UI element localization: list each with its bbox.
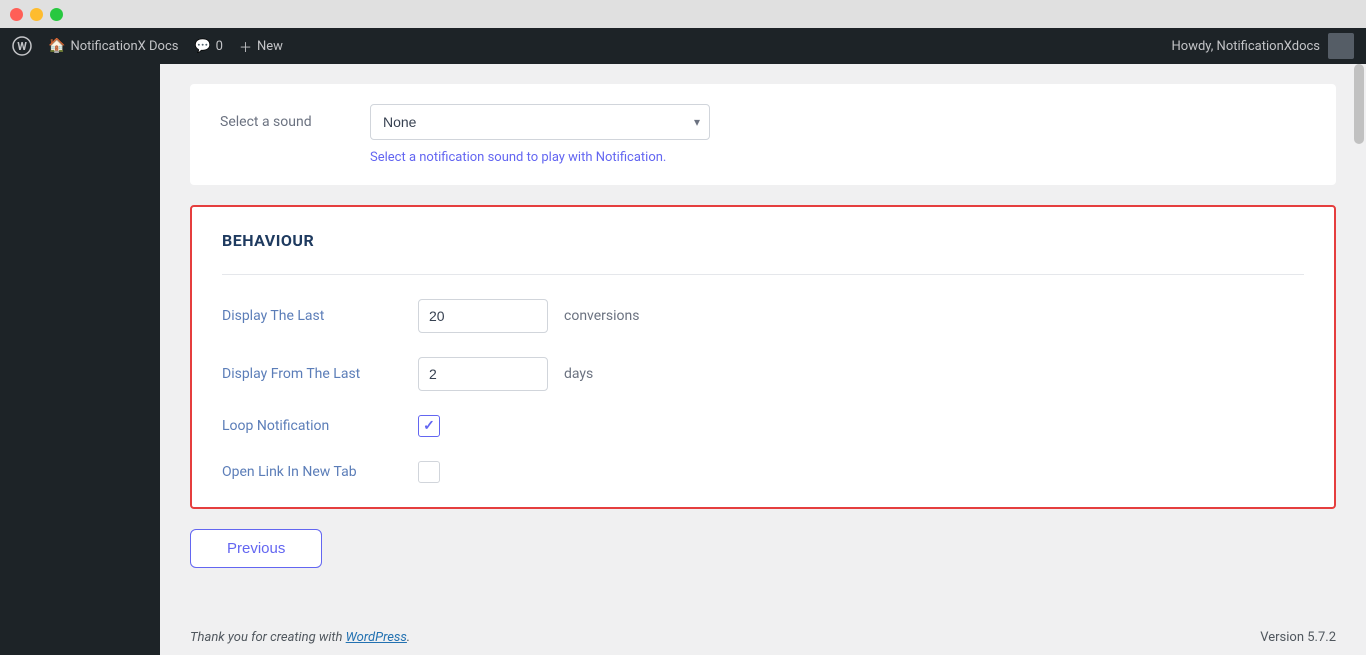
maximize-button[interactable] [50,8,63,21]
close-button[interactable] [10,8,23,21]
open-link-label: Open Link In New Tab [222,464,402,480]
previous-button[interactable]: Previous [190,529,322,568]
behaviour-title: BEHAVIOUR [222,231,1304,250]
footer-version: Version 5.7.2 [1260,630,1336,645]
scrollbar-thumb[interactable] [1354,64,1364,144]
sound-select-wrapper: None Beep Chime Bell ▾ [370,104,710,140]
minimize-button[interactable] [30,8,43,21]
admin-bar: W 🏠 NotificationX Docs 💬 0 ＋ New Howdy, … [0,28,1366,64]
display-from-the-last-suffix: days [564,366,593,382]
display-from-the-last-label: Display From The Last [222,366,402,382]
footer-text: Thank you for creating with WordPress. [190,630,410,645]
behaviour-section: BEHAVIOUR Display The Last conversions D… [190,205,1336,509]
wordpress-icon: W [12,36,32,56]
titlebar [0,0,1366,28]
loop-notification-label: Loop Notification [222,418,402,434]
admin-bar-right: Howdy, NotificationXdocs [1172,33,1354,59]
new-button[interactable]: ＋ New [239,37,283,56]
open-link-checkbox[interactable] [418,461,440,483]
footer: Thank you for creating with WordPress. V… [160,619,1366,655]
sound-label: Select a sound [220,114,350,130]
display-the-last-label: Display The Last [222,308,402,324]
display-the-last-row: Display The Last conversions [222,299,1304,333]
checkmark-icon: ✓ [423,418,435,434]
sound-hint: Select a notification sound to play with… [370,150,1306,165]
sound-select[interactable]: None Beep Chime Bell [370,104,710,140]
main-content: Select a sound None Beep Chime Bell ▾ Se… [160,64,1366,655]
display-from-the-last-input[interactable] [418,357,548,391]
sidebar [0,64,160,655]
sound-section: Select a sound None Beep Chime Bell ▾ Se… [190,84,1336,185]
loop-notification-checkbox[interactable]: ✓ [418,415,440,437]
behaviour-divider [222,274,1304,275]
scrollbar-track[interactable] [1352,64,1366,655]
wordpress-link[interactable]: WordPress [346,630,407,645]
avatar[interactable] [1328,33,1354,59]
display-the-last-suffix: conversions [564,308,639,324]
display-from-the-last-row: Display From The Last days [222,357,1304,391]
svg-text:W: W [17,40,27,53]
site-name[interactable]: 🏠 NotificationX Docs [48,38,178,54]
loop-notification-row: Loop Notification ✓ [222,415,1304,437]
wp-logo[interactable]: W [12,36,32,56]
comments-button[interactable]: 💬 0 [194,39,223,54]
open-link-row: Open Link In New Tab [222,461,1304,483]
sound-row: Select a sound None Beep Chime Bell ▾ [220,104,1306,140]
display-the-last-input[interactable] [418,299,548,333]
